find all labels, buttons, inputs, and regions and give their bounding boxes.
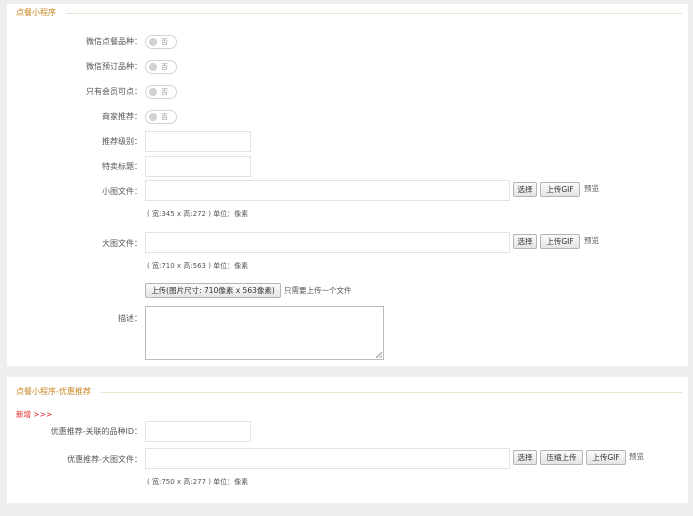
- merchant-recommend-toggle[interactable]: 否: [145, 110, 177, 124]
- special-title-label: 特卖标题：: [102, 162, 142, 171]
- large-image-preview-link[interactable]: 预览: [584, 236, 599, 246]
- small-image-label: 小图文件：: [102, 187, 142, 196]
- section-title: 点餐小程序-优惠推荐: [12, 387, 101, 397]
- large-image-select-button[interactable]: 选择: [513, 234, 537, 249]
- upload-note: 只需要上传一个文件: [284, 286, 352, 295]
- promo-large-image-label: 优惠推荐-大图文件：: [67, 455, 142, 464]
- toggle-knob: [149, 63, 157, 71]
- section-title: 点餐小程序: [12, 8, 66, 18]
- wechat-reserve-toggle[interactable]: 否: [145, 60, 177, 74]
- promo-upload-gif-button[interactable]: 上传GIF: [586, 450, 626, 465]
- section-mini-program: 点餐小程序 微信点餐品种： 否 微信预订品种： 否 只有会员可点： 否 商家推荐…: [7, 4, 688, 366]
- section-divider: [13, 13, 682, 14]
- recommend-level-input[interactable]: [145, 131, 251, 152]
- merchant-recommend-label: 商家推荐：: [102, 112, 142, 121]
- wechat-order-toggle[interactable]: 否: [145, 35, 177, 49]
- promo-compress-upload-button[interactable]: 压缩上传: [540, 450, 583, 465]
- toggle-state-text: 否: [161, 38, 168, 46]
- small-image-file-input[interactable]: [145, 180, 510, 201]
- section-divider: [13, 392, 682, 393]
- section-promo-recommend: 点餐小程序-优惠推荐 新增 >>> 优惠推荐-关联的品种ID： 优惠推荐-大图文…: [7, 377, 688, 503]
- member-only-toggle[interactable]: 否: [145, 85, 177, 99]
- large-image-file-input[interactable]: [145, 232, 510, 253]
- toggle-knob: [149, 113, 157, 121]
- wechat-reserve-label: 微信预订品种：: [86, 62, 142, 71]
- small-image-size-hint: ( 宽:345 x 高:272 ) 单位：像素: [147, 210, 249, 218]
- large-image-upload-gif-button[interactable]: 上传GIF: [540, 234, 580, 249]
- toggle-state-text: 否: [161, 63, 168, 71]
- toggle-state-text: 否: [161, 113, 168, 121]
- large-image-size-hint: ( 宽:710 x 高:563 ) 单位：像素: [147, 262, 249, 270]
- promo-image-size-hint: ( 宽:750 x 高:277 ) 单位：像素: [147, 478, 249, 486]
- small-image-select-button[interactable]: 选择: [513, 182, 537, 197]
- promo-preview-link[interactable]: 预览: [629, 452, 644, 462]
- toggle-state-text: 否: [161, 88, 168, 96]
- linked-id-input[interactable]: [145, 421, 251, 442]
- small-image-upload-gif-button[interactable]: 上传GIF: [540, 182, 580, 197]
- toggle-knob: [149, 88, 157, 96]
- toggle-knob: [149, 38, 157, 46]
- linked-id-label: 优惠推荐-关联的品种ID：: [50, 427, 142, 436]
- add-new-link[interactable]: 新增 >>>: [16, 410, 52, 420]
- resize-grip-icon[interactable]: [376, 352, 382, 358]
- upload-sized-image-button[interactable]: 上传(图片尺寸: 710像素 x 563像素): [145, 283, 281, 298]
- promo-large-image-file-input[interactable]: [145, 448, 510, 469]
- wechat-order-label: 微信点餐品种：: [86, 37, 142, 46]
- description-label: 描述：: [118, 314, 142, 323]
- recommend-level-label: 推荐级别：: [102, 137, 142, 146]
- member-only-label: 只有会员可点：: [86, 87, 142, 96]
- special-title-input[interactable]: [145, 156, 251, 177]
- promo-select-button[interactable]: 选择: [513, 450, 537, 465]
- small-image-preview-link[interactable]: 预览: [584, 184, 599, 194]
- description-textarea[interactable]: [145, 306, 384, 360]
- large-image-label: 大图文件：: [102, 239, 142, 248]
